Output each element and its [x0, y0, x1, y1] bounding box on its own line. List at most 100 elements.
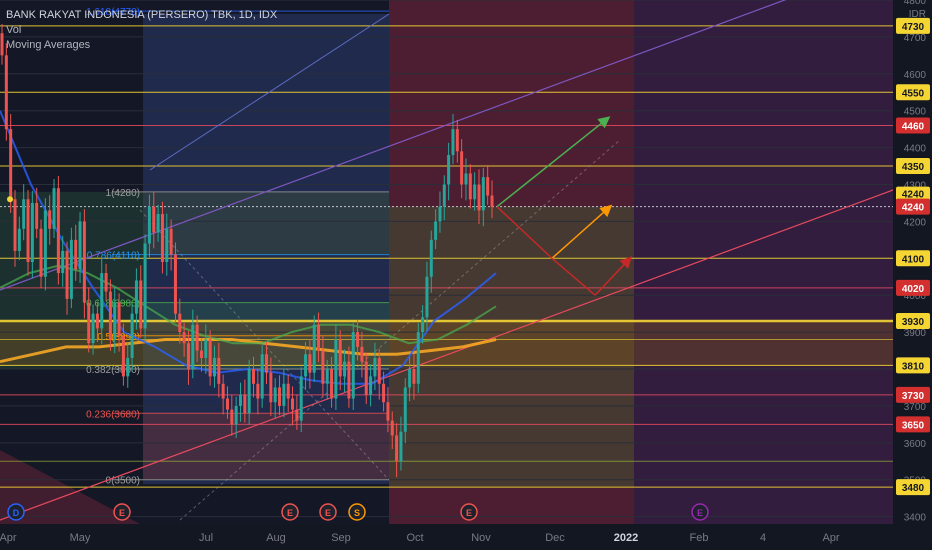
- price-tick-3700: 3700: [904, 402, 927, 413]
- fib-label-1: 1(4280): [106, 188, 140, 199]
- price-axis: 3400350036003700380039004000410042004300…: [893, 0, 932, 550]
- candle-body-1: [4, 55, 8, 130]
- event-badge-3[interactable]: E: [319, 503, 337, 521]
- candle-body-58: [252, 369, 256, 384]
- candle-body-42: [182, 332, 186, 344]
- candle-body-109: [473, 184, 477, 200]
- price-chart[interactable]: 1.618(4770) 1(4280) 0.786(4110) 0.618(3980)…: [0, 0, 932, 550]
- candle-body-113: [490, 195, 494, 207]
- event-badge-0[interactable]: D: [7, 503, 25, 521]
- candle-body-40: [173, 254, 177, 314]
- time-tick-0: Apr: [0, 532, 17, 544]
- candle-body-18: [78, 221, 82, 270]
- candle-body-68: [295, 409, 299, 421]
- candle-body-101: [438, 206, 442, 222]
- event-badge-6[interactable]: E: [691, 503, 709, 521]
- volume-legend[interactable]: Vol: [6, 23, 277, 38]
- price-tick-4600: 4600: [904, 70, 927, 81]
- event-badge-letter-4: S: [354, 508, 360, 518]
- candle-body-112: [486, 177, 490, 196]
- candle-body-61: [265, 354, 269, 373]
- candle-body-31: [134, 280, 138, 314]
- candle-body-78: [338, 339, 342, 377]
- candle-body-72: [312, 324, 316, 373]
- time-tick-1: May: [70, 532, 91, 544]
- zone-purple: [634, 0, 893, 524]
- candle-body-110: [477, 184, 481, 211]
- candle-body-53: [230, 409, 234, 425]
- price-axis-bg: [893, 0, 932, 550]
- candle-body-100: [434, 221, 438, 240]
- candle-body-75: [325, 369, 329, 384]
- candle-body-89: [386, 402, 390, 421]
- candle-body-33: [143, 243, 147, 329]
- candle-body-59: [256, 383, 260, 399]
- candle-body-111: [481, 177, 485, 211]
- candle-body-86: [373, 357, 377, 377]
- current-price-tag: 4240: [902, 203, 925, 214]
- candle-body-57: [247, 369, 251, 414]
- candle-body-93: [403, 387, 407, 432]
- price-tick-4500: 4500: [904, 107, 927, 118]
- candle-body-69: [299, 376, 303, 421]
- time-axis-bg: [0, 524, 932, 550]
- time-tick-9: Feb: [690, 532, 709, 544]
- level-tag-4100: 4100: [902, 254, 925, 265]
- event-badge-letter-6: E: [697, 508, 703, 518]
- candle-body-107: [464, 173, 468, 185]
- candle-body-87: [377, 357, 381, 384]
- level-tag-4020: 4020: [902, 284, 925, 295]
- candle-body-73: [317, 324, 321, 351]
- level-tag-3650: 3650: [902, 420, 925, 431]
- time-axis: Apr May Jul Aug Sep Oct Nov Dec 2022 Feb 4 Apr: [0, 524, 932, 550]
- candle-body-46: [199, 350, 203, 358]
- event-badge-1[interactable]: E: [113, 503, 131, 521]
- candle-body-84: [364, 361, 368, 395]
- candle-body-108: [468, 173, 472, 200]
- candle-body-39: [169, 228, 173, 255]
- candle-body-91: [395, 435, 399, 462]
- candle-body-6: [26, 199, 30, 262]
- candle-body-50: [217, 357, 221, 384]
- candle-body-70: [304, 354, 308, 377]
- zones-layer: [0, 0, 893, 524]
- time-tick-3: Aug: [266, 532, 286, 544]
- event-badge-5[interactable]: E: [460, 503, 478, 521]
- price-tick-3600: 3600: [904, 439, 927, 450]
- fib-label-7: 0(3500): [106, 476, 140, 487]
- price-tick-4700: 4700: [904, 33, 927, 44]
- candle-body-20: [87, 302, 91, 344]
- candle-body-76: [330, 369, 334, 399]
- time-tick-7: Dec: [545, 532, 565, 544]
- candle-body-83: [360, 346, 364, 362]
- candle-body-96: [416, 332, 420, 384]
- candle-body-55: [238, 394, 242, 406]
- candle-body-7: [30, 202, 34, 262]
- candle-body-41: [178, 313, 182, 333]
- candle-body-24: [104, 273, 108, 292]
- candle-body-65: [282, 383, 286, 406]
- candle-body-28: [121, 335, 125, 377]
- candle-body-9: [39, 228, 43, 277]
- moving-averages-legend[interactable]: Moving Averages: [6, 38, 277, 53]
- candle-body-27: [117, 302, 121, 336]
- candle-body-11: [48, 210, 52, 229]
- candle-body-54: [234, 405, 238, 425]
- candle-body-104: [451, 129, 455, 155]
- candle-body-36: [156, 214, 160, 233]
- candle-body-35: [152, 206, 156, 233]
- chart-canvas[interactable]: 1.618(4770)1(4280)0.786(4110)0.618(3980)…: [0, 0, 932, 550]
- candle-body-19: [82, 221, 86, 303]
- candle-body-30: [130, 313, 134, 358]
- candle-body-77: [334, 339, 338, 399]
- candle-body-29: [126, 357, 130, 377]
- event-badge-2[interactable]: E: [281, 503, 299, 521]
- level-tag-4550: 4550: [902, 88, 925, 99]
- candle-body-25: [108, 291, 112, 340]
- level-tag-3480: 3480: [902, 483, 925, 494]
- candle-body-8: [35, 202, 39, 229]
- candle-body-74: [321, 350, 325, 384]
- time-tick-4: Sep: [331, 532, 351, 544]
- candle-body-44: [191, 324, 195, 370]
- event-badge-4[interactable]: S: [348, 503, 366, 521]
